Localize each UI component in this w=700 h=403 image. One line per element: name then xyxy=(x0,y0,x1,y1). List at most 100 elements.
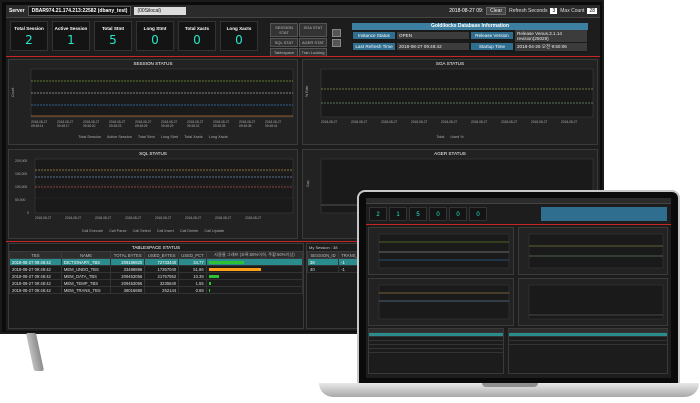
table-row[interactable]: 38 -1 xyxy=(306,258,365,266)
svg-text:100,000: 100,000 xyxy=(15,185,27,189)
table-row[interactable]: 2018-08-27 09:48:42 MEM_TEMP_TBS 209453056… xyxy=(9,279,304,287)
laptop-notch xyxy=(482,383,538,387)
startup-time: 2018-04-26 오전 9:50:06 xyxy=(515,42,587,51)
window-button-2[interactable] xyxy=(332,39,341,47)
svg-text:2018-08-27: 2018-08-27 xyxy=(155,216,172,220)
usage-bar xyxy=(208,281,211,285)
col-graph[interactable]: 사용율 그래프 (초록:50%이하, 주황:50%이상) xyxy=(205,251,304,259)
stat-total-xacts: Total Xacts 0 xyxy=(178,21,216,51)
stat-long-stmt: Long Stmt 0 xyxy=(136,21,174,51)
sga-stat-button[interactable]: SGA STAT xyxy=(299,23,327,37)
laptop-ager-chart xyxy=(518,278,668,326)
col-tbs[interactable]: TBS xyxy=(9,251,62,259)
clear-button[interactable]: Clear xyxy=(486,7,507,15)
server-field[interactable]: DBAR974.21.174.213:22582 (dbany_test) xyxy=(27,6,132,16)
usage-bar xyxy=(208,274,219,278)
svg-text:2018-08-27: 2018-08-27 xyxy=(245,216,262,220)
table-row[interactable]: 2018-08-27 09:48:42 DICTIONARY_TBS 2091998… xyxy=(9,258,304,266)
max-count-input[interactable]: 28 xyxy=(587,8,597,14)
db-info-panel: Goldilocks Database Information Instance… xyxy=(352,23,588,53)
tablespace-table: TBS NAME TOTAL BYTES USED_BYTES USED_PCT… xyxy=(9,251,304,294)
table-row[interactable]: 2018-08-27 09:48:42 MEM_TRANS_TBS 36016680… xyxy=(9,286,304,294)
laptop-session-chart xyxy=(368,227,514,275)
svg-text:2018-08-27: 2018-08-27 xyxy=(215,216,232,220)
svg-text:150,000: 150,000 xyxy=(15,172,27,176)
stat-active-session: Active Session 1 xyxy=(52,21,90,51)
usage-bar xyxy=(208,260,244,264)
stat-total-stmt: Total Stmt 5 xyxy=(94,21,132,51)
svg-text:09:48:20: 09:48:20 xyxy=(83,124,96,128)
stat-nav-buttons: SESSION STAT SGA STAT SQL STAT AGER STAT… xyxy=(270,23,327,57)
session-xticks: 2018-08-27 2018-08-27 2018-08-27 2018-08-27… xyxy=(31,120,282,128)
laptop-db-info xyxy=(541,207,667,221)
stat-total-session: Total Session 2 xyxy=(10,21,48,51)
ager-chart-title: AGER STATUS xyxy=(434,151,466,156)
ager-stat-button[interactable]: AGER STAT xyxy=(299,38,327,47)
svg-text:2018-08-27: 2018-08-27 xyxy=(185,216,202,220)
tablespace-title: TABLESPACE STATUS xyxy=(131,245,181,250)
laptop-tablespace-table xyxy=(368,328,504,374)
svg-text:0: 0 xyxy=(27,211,29,215)
col-total[interactable]: TOTAL BYTES xyxy=(110,251,146,259)
sql-chart-title: SQL STATUS xyxy=(139,151,167,156)
svg-text:200,000: 200,000 xyxy=(15,159,27,163)
window-button-1[interactable] xyxy=(332,29,341,37)
max-count-label: Max Count xyxy=(560,8,585,14)
laptop-screen: 2 1 5 0 0 0 xyxy=(366,198,671,378)
monitor-stand-left xyxy=(25,333,45,371)
sga-chart: % Rate 2018-08-27 2018-08-27 2018-08-27 201… xyxy=(305,68,594,124)
svg-text:2018-08-27: 2018-08-27 xyxy=(561,120,578,124)
laptop-locking-table xyxy=(508,328,668,374)
sql-legend: Call Execute Call Parse Call Select Call In… xyxy=(81,229,225,233)
sql-stat-button[interactable]: SQL STAT xyxy=(270,38,298,47)
connection-select[interactable]: (00Silocal) xyxy=(134,7,187,15)
stats-row: Total Session 2 Active Session 1 Total Stm… xyxy=(10,21,258,51)
last-refresh-time: 2018-08-27 09:48:42 xyxy=(397,43,469,50)
sga-ylabel: % Rate xyxy=(305,85,309,97)
datetime-display: 2018-08-27 09: xyxy=(449,8,484,14)
svg-text:2018-08-27: 2018-08-27 xyxy=(95,216,112,220)
svg-text:09:48:14: 09:48:14 xyxy=(31,124,44,128)
laptop-sql-chart xyxy=(368,278,514,326)
col-used[interactable]: USED_BYTES xyxy=(144,251,180,259)
col-pct[interactable]: USED_PCT xyxy=(178,251,207,259)
svg-text:2018-08-27: 2018-08-27 xyxy=(501,120,518,124)
sql-status-panel: SQL STATUS 200,000 150,000 100,000 50,00… xyxy=(8,149,298,239)
svg-text:2018-08-27: 2018-08-27 xyxy=(65,216,82,220)
divider-line xyxy=(6,56,600,57)
laptop-stats-row: 2 1 5 0 0 0 xyxy=(369,207,487,221)
svg-text:50,000: 50,000 xyxy=(15,198,25,202)
sga-status-panel: SGA STATUS % Rate 2018-08-27 2018-08-27 20… xyxy=(302,59,598,145)
stat-long-xacts: Long Xacts 0 xyxy=(220,21,258,51)
session-legend: Total Session Active Session Total Stmt Lon… xyxy=(78,135,228,139)
svg-text:2018-08-27: 2018-08-27 xyxy=(321,120,338,124)
svg-text:2018-08-27: 2018-08-27 xyxy=(35,216,52,220)
col-name[interactable]: NAME xyxy=(60,251,112,259)
laptop-sga-chart xyxy=(518,227,668,275)
svg-text:09:48:23: 09:48:23 xyxy=(109,124,122,128)
ager-ylabel: Gap xyxy=(306,180,310,187)
sql-yticks: 200,000 150,000 100,000 50,000 0 xyxy=(15,159,29,215)
svg-text:2018-08-27: 2018-08-27 xyxy=(471,120,488,124)
svg-text:09:48:35: 09:48:35 xyxy=(213,124,226,128)
release-version: Release Venus.3.1.14 revision(25029) xyxy=(515,29,587,42)
sga-legend: Total Used % xyxy=(436,135,464,139)
svg-text:09:48:41: 09:48:41 xyxy=(265,124,278,128)
session-ylabel: Count xyxy=(11,88,15,97)
server-label: Server xyxy=(9,8,25,14)
top-toolbar: Server DBAR974.21.174.213:22582 (dbany_t… xyxy=(6,5,600,18)
refresh-input[interactable]: 3 xyxy=(550,8,558,14)
svg-text:09:48:32: 09:48:32 xyxy=(187,124,200,128)
table-row[interactable]: 40 -1 xyxy=(306,265,365,273)
table-row[interactable]: 2018-08-27 09:48:42 MEM_DATA_TBS 209453056… xyxy=(9,272,304,280)
svg-text:09:48:38: 09:48:38 xyxy=(239,124,252,128)
session-status-panel: SESSION STATUS Count 2018-08-27 2018-08-2… xyxy=(8,59,298,145)
session-chart: Count 2018-08-27 2018-08-27 2018-08-27 2018… xyxy=(11,68,294,128)
usage-bar xyxy=(208,288,210,292)
svg-text:09:48:17: 09:48:17 xyxy=(57,124,70,128)
sql-chart: 200,000 150,000 100,000 50,000 0 2018-08… xyxy=(15,158,294,220)
table-row[interactable]: 2018-08-27 09:48:42 MEM_UNDO_TBS 33488896 1… xyxy=(9,265,304,273)
svg-text:2018-08-27: 2018-08-27 xyxy=(441,120,458,124)
session-stat-button[interactable]: SESSION STAT xyxy=(270,23,298,37)
svg-text:09:48:29: 09:48:29 xyxy=(161,124,174,128)
